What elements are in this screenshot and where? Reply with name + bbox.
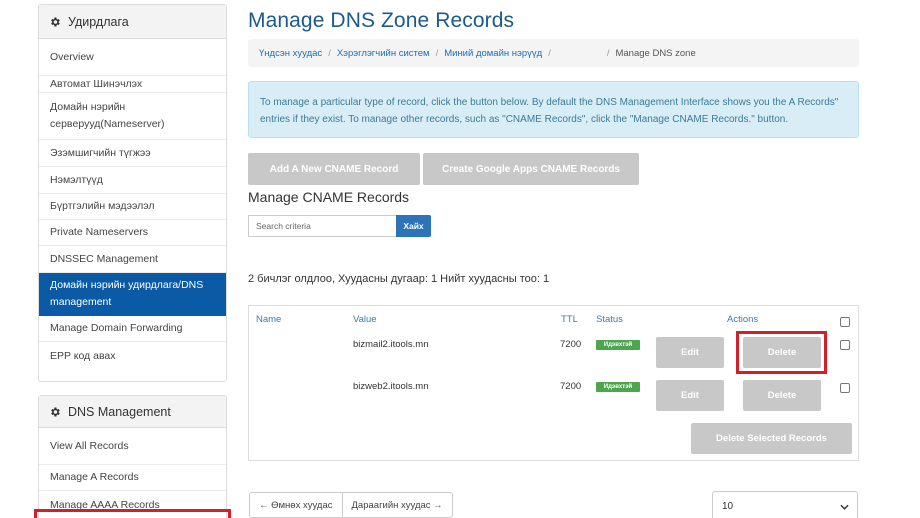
sidebar-item-view-all-records[interactable]: View All Records <box>39 428 226 465</box>
column-header-ttl[interactable]: TTL <box>561 314 578 325</box>
next-page-button[interactable]: Дараагийн хуудас → <box>343 493 452 517</box>
records-table: Name Value TTL Status Actions bizmail2.i… <box>248 305 859 461</box>
highlight-frame <box>736 331 827 374</box>
info-alert: To manage a particular type of record, c… <box>248 81 859 138</box>
breadcrumb-separator: / <box>548 47 551 59</box>
record-ttl: 7200 <box>560 381 582 392</box>
breadcrumb: Үндсэн хуудас / Хэрэглэгчийн систем / Ми… <box>248 39 859 67</box>
sidebar-item-dnssec[interactable]: DNSSEC Management <box>39 246 226 273</box>
delete-selected-button[interactable]: Delete Selected Records <box>691 423 852 454</box>
sidebar-item-label: Домайн нэрийн удирдлага/DNS management <box>50 279 204 308</box>
search-input[interactable] <box>248 215 396 237</box>
breadcrumb-separator: / <box>606 47 610 59</box>
row-checkbox[interactable] <box>840 383 850 393</box>
sidebar-item-label: Нэмэлтүүд <box>50 173 103 186</box>
sidebar-item-label: Manage A Records <box>50 471 139 483</box>
panel-header-manage: Удирдлага <box>39 5 226 39</box>
sidebar-item-dns-management[interactable]: Домайн нэрийн удирдлага/DNS management <box>39 273 226 316</box>
breadcrumb-client-area[interactable]: Хэрэглэгчийн систем <box>337 48 430 59</box>
sidebar-item-label: Автомат Шинэчлэх <box>50 77 143 90</box>
gear-icon <box>49 406 61 418</box>
sidebar-panel-dns: DNS Management View All Records Manage A… <box>38 395 227 518</box>
record-value: bizweb2.itools.mn <box>353 381 429 392</box>
edit-button[interactable]: Edit <box>656 337 724 368</box>
page-size-select[interactable]: 10 <box>712 491 858 518</box>
sidebar-item-label: EPP код авах <box>50 349 116 362</box>
chevron-down-icon <box>840 502 849 513</box>
page-title: Manage DNS Zone Records <box>248 9 515 32</box>
record-ttl: 7200 <box>560 339 582 350</box>
breadcrumb-home[interactable]: Үндсэн хуудас <box>259 48 322 59</box>
select-all-checkbox[interactable] <box>840 317 850 327</box>
sidebar-item-addons[interactable]: Нэмэлтүүд <box>39 167 226 194</box>
add-cname-record-button[interactable]: Add A New CNAME Record <box>248 153 420 185</box>
sidebar-item-label: Домайн нэрийн сервeрууд(Nameserver) <box>50 101 165 130</box>
sidebar-item-label: View All Records <box>50 439 129 452</box>
breadcrumb-current: Manage DNS zone <box>615 47 696 59</box>
breadcrumb-separator: / <box>328 47 331 59</box>
sidebar-item-label: Эзэмшигчийн түгжээ <box>50 146 151 159</box>
sidebar-item-label: DNSSEC Management <box>50 252 158 265</box>
breadcrumb-my-domains[interactable]: Миний домайн нэрүүд <box>444 48 542 59</box>
delete-button[interactable]: Delete <box>743 380 821 411</box>
section-title: Manage CNAME Records <box>248 189 410 205</box>
sidebar-panel-manage: Удирдлага Overview Автомат Шинэчлэх Дома… <box>38 4 227 382</box>
sidebar-item-registrar-lock[interactable]: Эзэмшигчийн түгжээ <box>39 140 226 167</box>
breadcrumb-separator: / <box>435 47 439 59</box>
pagination: ← Өмнөх хуудас Дараагийн хуудас → <box>249 492 453 518</box>
sidebar-item-domain-forwarding[interactable]: Manage Domain Forwarding <box>39 316 226 342</box>
sidebar-item-label: Overview <box>50 50 94 63</box>
panel-title: DNS Management <box>68 404 171 419</box>
prev-page-button[interactable]: ← Өмнөх хуудас <box>250 493 343 517</box>
edit-button[interactable]: Edit <box>656 380 724 411</box>
page-size-value: 10 <box>722 500 734 512</box>
record-value: bizmail2.itools.mn <box>353 339 429 350</box>
search-button[interactable]: Хайх <box>396 215 431 237</box>
column-header-value[interactable]: Value <box>353 314 377 325</box>
row-checkbox[interactable] <box>840 340 850 350</box>
panel-title: Удирдлага <box>68 14 129 29</box>
sidebar-item-manage-a-records[interactable]: Manage A Records <box>39 465 226 491</box>
sidebar-item-epp-code[interactable]: EPP код авах <box>39 342 226 370</box>
sidebar-item-label: Бүртгэлийн мэдээлэл <box>50 200 155 212</box>
sidebar-item-contact-info[interactable]: Бүртгэлийн мэдээлэл <box>39 194 226 220</box>
sidebar-item-auto-renew[interactable]: Автомат Шинэчлэх <box>39 76 226 93</box>
gear-icon <box>49 16 61 28</box>
status-badge: Идэвхтэй <box>596 340 640 350</box>
breadcrumb-redacted-domain <box>557 49 601 57</box>
panel-header-dns: DNS Management <box>39 396 226 428</box>
google-apps-cname-button[interactable]: Create Google Apps CNAME Records <box>423 153 639 185</box>
status-badge: Идэвхтэй <box>596 382 640 392</box>
sidebar-item-overview[interactable]: Overview <box>39 39 226 76</box>
highlight-frame <box>34 509 231 518</box>
column-header-status[interactable]: Status <box>596 314 623 325</box>
sidebar-item-label: Private Nameservers <box>50 226 149 238</box>
record-count-text: 2 бичлэг олдлоо, Хуудасны дугаар: 1 Нийт… <box>248 273 550 285</box>
column-header-actions: Actions <box>727 314 759 325</box>
sidebar-item-nameservers[interactable]: Домайн нэрийн сервeрууд(Nameserver) <box>39 93 226 140</box>
sidebar-item-label: Manage Domain Forwarding <box>50 322 183 334</box>
sidebar-item-private-nameservers[interactable]: Private Nameservers <box>39 220 226 246</box>
column-header-name[interactable]: Name <box>256 314 281 325</box>
